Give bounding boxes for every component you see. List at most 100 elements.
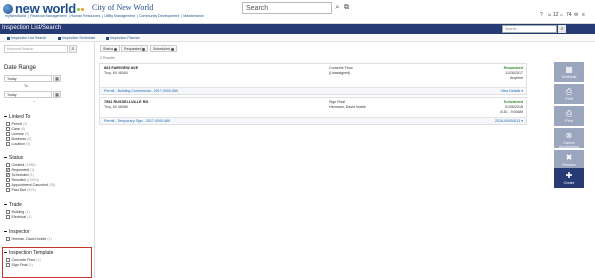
- list-icon: [7, 36, 10, 40]
- nav-financial-management[interactable]: Financial Management: [30, 14, 66, 18]
- planner-icon: [106, 36, 109, 40]
- card-footer: Permit - Temporary Sign - 2017-0000-569 …: [100, 117, 526, 124]
- print-list-button[interactable]: ⎙ Print: [554, 106, 584, 126]
- page-search-icon[interactable]: ⌕: [558, 25, 566, 33]
- print-button[interactable]: ⎙ Print: [554, 84, 584, 104]
- section-status[interactable]: Status: [4, 155, 23, 161]
- global-search-input[interactable]: Search: [242, 2, 332, 14]
- chip-requested[interactable]: Requested: [121, 45, 149, 52]
- section-trade[interactable]: Trade: [4, 202, 22, 208]
- print-icon: ⎙: [565, 109, 573, 118]
- date-from-input[interactable]: Today: [4, 75, 52, 82]
- results-count: 2 Results: [100, 56, 115, 60]
- inbox-icon[interactable]: ⌂: [560, 12, 563, 18]
- card-permit-link[interactable]: Permit - Temporary Sign - 2017-0000-569: [104, 119, 170, 123]
- search-icon[interactable]: ⌕: [334, 4, 341, 11]
- nav-community-development[interactable]: Community Development: [139, 14, 179, 18]
- checkbox[interactable]: [6, 188, 10, 192]
- checkbox[interactable]: [6, 263, 10, 267]
- section-linked-to[interactable]: Linked To: [4, 114, 30, 120]
- card-inspection-type: Sign Final: [329, 100, 345, 104]
- checkbox[interactable]: [6, 183, 10, 187]
- card-date: 01/06/2018: [505, 105, 523, 109]
- remove-chip-icon[interactable]: [170, 47, 174, 51]
- filter-sidebar: Keyword Search ⌕ Date Range Today ▦ To T…: [0, 42, 95, 278]
- keyword-search-input[interactable]: Keyword Search: [4, 45, 68, 53]
- card-city: Troy, MI 48085: [104, 105, 128, 109]
- date-range-title: Date Range: [4, 65, 37, 71]
- user-icon[interactable]: ☺: [547, 12, 552, 18]
- date-to-label: To: [24, 84, 28, 88]
- print-icon: ⎙: [565, 87, 573, 96]
- card-date: 11/28/2017: [505, 71, 523, 75]
- filter-location[interactable]: Location (0): [6, 142, 31, 147]
- checkbox[interactable]: [6, 142, 10, 146]
- nav-myNewWorld[interactable]: myNewWorld: [5, 14, 26, 18]
- card-address: 863 FAIRVIEW AVE: [104, 66, 139, 70]
- calendar-icon[interactable]: ▦: [53, 75, 61, 82]
- remove-chip-icon[interactable]: [114, 47, 118, 51]
- card-inspection-type: Concrete Floor: [329, 66, 353, 70]
- card-footer: Permit - Building Commercial - 2017-0000…: [100, 87, 526, 94]
- nav-human-resources[interactable]: Human Resources: [71, 14, 101, 18]
- link-inspection-planner[interactable]: Inspection Planner: [106, 36, 140, 40]
- help-icon[interactable]: ?: [540, 12, 543, 18]
- checkbox[interactable]: [6, 132, 10, 136]
- nav-utility-management[interactable]: Utility Management: [104, 14, 135, 18]
- remove-icon: ✖: [565, 153, 573, 162]
- calendar-icon: ▦: [565, 65, 573, 74]
- page-search-input[interactable]: Search...: [502, 25, 557, 33]
- link-inspection-list-search[interactable]: Inspection List Search: [7, 36, 46, 40]
- remove-chip-icon[interactable]: [142, 47, 146, 51]
- date-to-input[interactable]: Today: [4, 91, 52, 98]
- view-details-link[interactable]: View Details ▾: [500, 89, 523, 93]
- filter-past-due[interactable]: Past Due (878): [6, 188, 36, 193]
- remove-button[interactable]: ✖ Remove: [554, 150, 584, 170]
- checkbox[interactable]: [6, 137, 10, 141]
- filter-sign-final[interactable]: Sign Final (1): [6, 263, 33, 268]
- create-button[interactable]: ✚ Create: [554, 168, 584, 188]
- menu-icon[interactable]: ≡: [582, 12, 585, 18]
- section-inspection-template[interactable]: Inspection Template: [4, 250, 53, 256]
- filter-inspector-herman[interactable]: Herman, David Inoble (1): [6, 237, 52, 242]
- chip-scheduled[interactable]: Scheduled: [150, 45, 177, 52]
- result-card[interactable]: 7981 RUSSELLVILLE RD Troy, MI 48085 Sign…: [99, 97, 527, 125]
- mail-icon[interactable]: ✉: [574, 12, 578, 18]
- checkbox[interactable]: [6, 122, 10, 126]
- link-inspection-scheduler[interactable]: Inspection Scheduler: [58, 36, 96, 40]
- checkbox[interactable]: [6, 210, 10, 214]
- section-inspector[interactable]: Inspector: [4, 229, 30, 235]
- external-link-icon[interactable]: ⧉: [343, 4, 350, 11]
- checkbox[interactable]: [6, 258, 10, 262]
- checkbox[interactable]: [6, 237, 10, 241]
- cancel-appointment-button[interactable]: ⊗ Cancel Appointment: [554, 128, 584, 149]
- sub-toolbar: Inspection List Search Inspection Schedu…: [0, 34, 595, 42]
- plus-icon: ✚: [565, 171, 573, 180]
- checkbox[interactable]: [6, 127, 10, 131]
- top-header: new world City of New World myNewWorld | …: [0, 0, 595, 24]
- page-title: Inspection List/Search: [2, 25, 62, 31]
- nav-maintenance[interactable]: Maintenance: [183, 14, 204, 18]
- appointment-link[interactable]: 2018-00000013 ▾: [495, 119, 523, 123]
- calendar-icon[interactable]: ▦: [53, 91, 61, 98]
- badge-count-2: 74: [566, 12, 572, 18]
- card-status: Requested: [503, 66, 523, 70]
- schedule-button[interactable]: ▦ Schedule: [554, 62, 584, 82]
- result-card[interactable]: 863 FAIRVIEW AVE Troy, MI 48084 Concrete…: [99, 63, 527, 95]
- card-inspector: Hermann, David Inoble: [329, 105, 366, 109]
- card-time: Anytime: [510, 76, 523, 80]
- city-title: City of New World: [92, 3, 154, 12]
- search-icon[interactable]: ⌕: [69, 45, 77, 53]
- badge-count-1: 12: [553, 12, 559, 18]
- checkbox[interactable]: [6, 215, 10, 219]
- checkbox[interactable]: [6, 178, 10, 182]
- filter-electrical[interactable]: Electrical (1): [6, 215, 32, 220]
- card-address: 7981 RUSSELLVILLE RD: [104, 100, 149, 104]
- logo-dot-icon: [77, 8, 80, 11]
- card-permit-link[interactable]: Permit - Building Commercial - 2017-0000…: [104, 89, 178, 93]
- checkbox[interactable]: [6, 163, 10, 167]
- chip-status[interactable]: Status: [100, 45, 121, 52]
- collapse-chevron-icon[interactable]: ⌄: [33, 99, 36, 103]
- checkbox-checked[interactable]: [6, 167, 10, 172]
- checkbox-checked[interactable]: [6, 172, 10, 177]
